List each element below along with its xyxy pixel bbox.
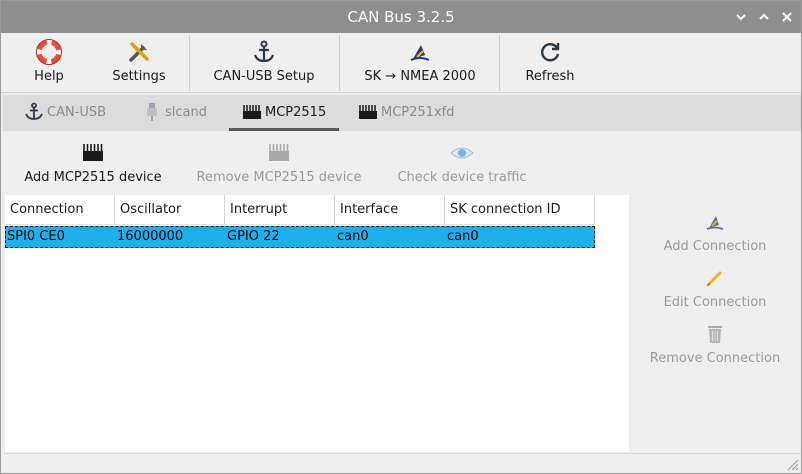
maximize-button[interactable] — [756, 9, 772, 25]
remove-connection-button[interactable]: Remove Connection — [631, 315, 799, 367]
trash-icon — [708, 326, 722, 343]
lifebuoy-icon — [36, 39, 62, 65]
tab-mcp251xfd-label: MCP251xfd — [381, 105, 455, 120]
settings-label: Settings — [112, 69, 166, 84]
table-header: Connection Oscillator Interrupt Interfac… — [5, 195, 595, 225]
chip-icon — [269, 144, 289, 161]
signalk-icon — [410, 45, 430, 61]
edit-connection-label: Edit Connection — [663, 295, 767, 310]
column-header-oscillator[interactable]: Oscillator — [115, 195, 225, 225]
anchor-icon — [253, 40, 275, 63]
toolbar-divider — [189, 35, 190, 91]
remove-connection-label: Remove Connection — [649, 351, 781, 366]
tab-bar: CAN-USB slcand MCP2515 MCP251xfd — [3, 95, 801, 131]
tab-mcp2515-label: MCP2515 — [265, 105, 327, 120]
tab-mcp2515[interactable]: MCP2515 — [229, 95, 339, 131]
close-button[interactable] — [779, 9, 795, 25]
tab-can-usb[interactable]: CAN-USB — [23, 95, 115, 131]
add-device-button[interactable]: Add MCP2515 device — [19, 139, 167, 189]
add-connection-button[interactable]: Add Connection — [631, 203, 799, 255]
column-header-interrupt[interactable]: Interrupt — [225, 195, 335, 225]
can-usb-setup-button[interactable]: CAN-USB Setup — [197, 33, 331, 93]
usb-plug-icon — [147, 103, 157, 121]
add-device-label: Add MCP2515 device — [24, 170, 162, 185]
tab-mcp251xfd[interactable]: MCP251xfd — [357, 95, 467, 131]
edit-connection-button[interactable]: Edit Connection — [631, 259, 799, 311]
resize-grip-icon[interactable] — [785, 457, 799, 471]
cell-interface: can0 — [337, 229, 369, 244]
column-header-interface[interactable]: Interface — [335, 195, 445, 225]
settings-button[interactable]: Settings — [97, 33, 181, 93]
refresh-button[interactable]: Refresh — [509, 33, 591, 93]
minimize-button[interactable] — [733, 9, 749, 25]
close-icon — [782, 12, 792, 22]
cell-oscillator: 16000000 — [117, 229, 184, 244]
can-usb-setup-label: CAN-USB Setup — [213, 69, 315, 84]
chip-icon — [243, 105, 261, 119]
connection-sidebar: Add Connection Edit Connection Remove Co… — [631, 195, 799, 452]
pencil-icon — [706, 271, 722, 287]
chip-icon — [359, 105, 377, 119]
title-bar[interactable]: CAN Bus 3.2.5 — [1, 1, 801, 33]
check-traffic-label: Check device traffic — [397, 170, 527, 185]
column-header-sk-id[interactable]: SK connection ID — [445, 195, 595, 225]
add-connection-label: Add Connection — [663, 239, 767, 254]
anchor-icon — [25, 102, 43, 120]
refresh-icon — [541, 43, 560, 62]
help-label: Help — [34, 69, 64, 84]
tools-icon — [129, 42, 149, 62]
help-button[interactable]: Help — [11, 33, 87, 93]
cell-interrupt: GPIO 22 — [227, 229, 280, 244]
chevron-up-icon — [759, 13, 769, 20]
remove-device-label: Remove MCP2515 device — [196, 170, 362, 185]
sk-nmea2000-label: SK → NMEA 2000 — [364, 69, 476, 84]
window-title: CAN Bus 3.2.5 — [347, 8, 455, 26]
refresh-label: Refresh — [525, 69, 575, 84]
sk-nmea2000-button[interactable]: SK → NMEA 2000 — [347, 33, 493, 93]
chip-icon — [83, 144, 103, 161]
mcp2515-panel: Add MCP2515 device Remove MCP2515 device… — [3, 131, 801, 453]
app-window: CAN Bus 3.2.5 Help Settings CAN-USB Setu… — [0, 0, 802, 474]
toolbar-divider — [339, 35, 340, 91]
table-row[interactable]: SPI0 CE0 16000000 GPIO 22 can0 can0 — [5, 226, 595, 248]
eye-icon — [450, 147, 474, 159]
tab-slcand-label: slcand — [165, 105, 207, 120]
cell-sk-id: can0 — [447, 229, 479, 244]
signalk-icon — [706, 216, 724, 230]
main-toolbar: Help Settings CAN-USB Setup SK → NMEA 20… — [1, 33, 801, 93]
tab-slcand[interactable]: slcand — [145, 95, 215, 131]
column-header-connection[interactable]: Connection — [5, 195, 115, 225]
toolbar-divider — [499, 35, 500, 91]
status-bar — [3, 453, 801, 473]
check-traffic-button[interactable]: Check device traffic — [395, 139, 529, 189]
cell-connection: SPI0 CE0 — [7, 229, 65, 244]
connections-table[interactable]: Connection Oscillator Interrupt Interfac… — [5, 195, 629, 452]
chevron-down-icon — [736, 14, 746, 21]
remove-device-button[interactable]: Remove MCP2515 device — [193, 139, 365, 189]
tab-can-usb-label: CAN-USB — [47, 105, 107, 120]
